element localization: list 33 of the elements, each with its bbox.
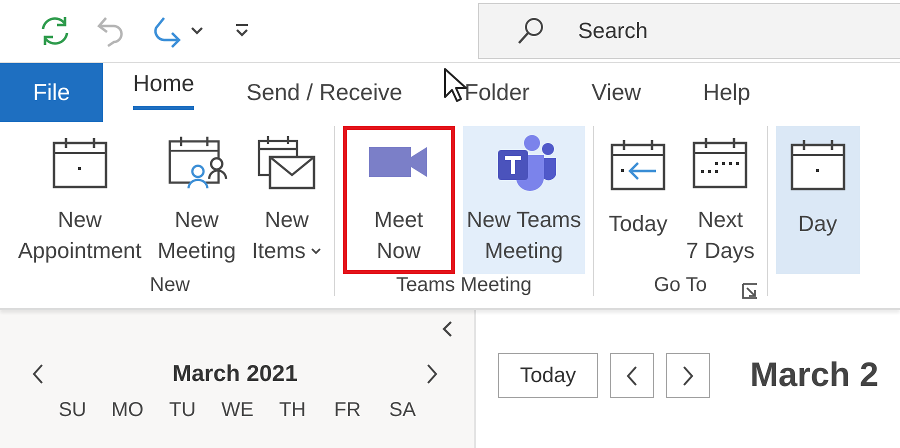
ribbon-tab[interactable]: Help [702, 63, 750, 122]
weekday-label: TU [168, 399, 197, 422]
weekday-label: MO [110, 399, 145, 422]
group-label: Teams Meeting [396, 274, 532, 297]
ribbon-button[interactable]: Meet Now [342, 126, 455, 274]
weekday-label: SU [58, 399, 88, 422]
search-field[interactable]: Search [478, 3, 900, 59]
ribbon-button[interactable]: Next 7 Days [682, 126, 759, 274]
weekday-label: SA [388, 399, 417, 422]
weekday-label: WE [220, 399, 255, 422]
ribbon-button[interactable]: New Items [248, 126, 326, 274]
ribbon-tab[interactable]: Send / Receive [246, 63, 402, 122]
customize-icon[interactable] [234, 23, 250, 39]
ribbon-button[interactable]: Day [776, 126, 860, 274]
ribbon-button[interactable]: New Teams Meeting [462, 126, 586, 274]
date-title: March 2 [750, 356, 878, 395]
collapse-icon[interactable] [440, 320, 454, 338]
file-tab[interactable]: File [0, 63, 103, 122]
caret-icon[interactable] [190, 26, 204, 36]
group-label: New [150, 274, 190, 297]
ribbon-button[interactable]: Today [602, 126, 674, 274]
weekday-label: TH [278, 399, 307, 422]
ribbon-tab[interactable]: View [592, 63, 641, 122]
ribbon-button[interactable]: New Appointment [14, 126, 146, 274]
group-label: Go To [654, 274, 707, 297]
dialog-launcher-icon[interactable] [740, 282, 759, 300]
today-button[interactable]: Today [498, 353, 598, 398]
ribbon-tab[interactable]: Home [133, 63, 194, 110]
weekday-label: FR [333, 399, 362, 422]
month-title: March 2021 [172, 360, 298, 387]
previous-button[interactable] [610, 353, 654, 398]
next-button[interactable] [666, 353, 710, 398]
ribbon-button[interactable]: New Meeting [154, 126, 240, 274]
